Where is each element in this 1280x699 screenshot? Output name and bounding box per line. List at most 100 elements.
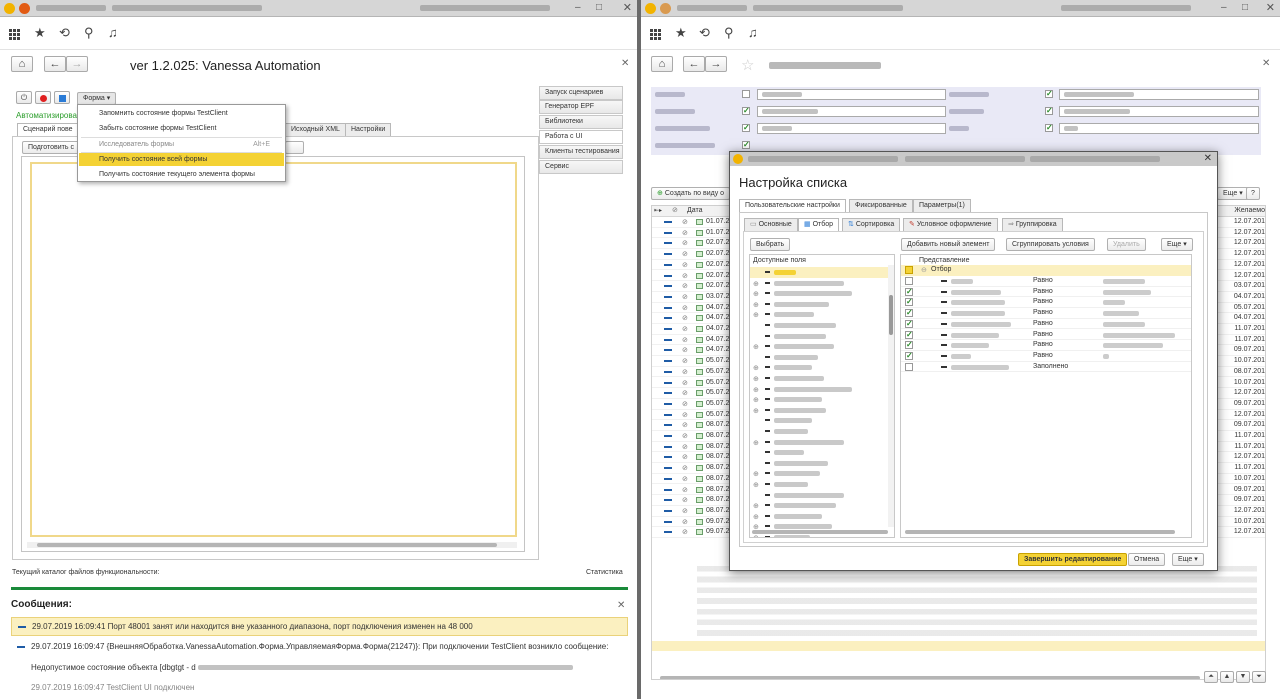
tab-parameters[interactable]: Параметры(1) [913,199,971,212]
h-scrollbar[interactable] [27,542,517,548]
condition-checkbox[interactable]: ✓ [905,341,913,350]
h-scrollbar[interactable] [660,676,1200,679]
scroll-down-icon[interactable]: ▼ [1236,671,1250,683]
dialog-more-button[interactable]: Еще ▾ [1161,238,1193,251]
tree-item[interactable] [750,331,890,342]
maximize-icon[interactable]: □ [1242,2,1248,13]
delete-button[interactable]: Удалить [1107,238,1146,251]
maximize-icon[interactable]: □ [596,2,602,13]
subtab-filter[interactable]: ▦ Отбор [798,218,840,231]
tree-item[interactable]: ⊕ [750,405,890,416]
search-icon[interactable]: ⚲ [724,26,734,40]
comparison-type[interactable]: Равно [1033,331,1053,338]
tree-item[interactable] [750,458,890,469]
v-scrollbar[interactable] [888,265,894,527]
close-form-icon[interactable]: ✕ [1262,58,1270,69]
subtab-grouping[interactable]: ⇒ Группировка [1002,218,1063,231]
expand-icon[interactable]: ⊕ [753,301,759,309]
filter-condition-row[interactable]: ✓ Равно [901,340,1191,351]
available-fields-tree[interactable]: Доступные поля ⊕⊕⊕⊕⊕⊕⊕⊕⊕⊕⊕⊕⊕⊕⊕⊕⊕⊕ [749,254,895,538]
star-icon[interactable]: ★ [675,26,687,40]
filter-checkbox[interactable] [742,90,750,98]
close-messages-icon[interactable]: ✕ [617,600,625,611]
tree-item[interactable] [750,490,890,501]
close-window-icon[interactable]: ✕ [1266,1,1275,14]
close-dialog-icon[interactable]: ✕ [1204,153,1212,164]
expand-icon[interactable]: ⊕ [753,439,759,447]
tab-settings[interactable]: Настройки [345,123,392,136]
comparison-type[interactable]: Равно [1033,288,1053,295]
tree-item[interactable] [750,352,890,363]
minimize-icon[interactable]: – [575,2,581,13]
help-button[interactable]: ? [1246,187,1260,200]
finish-editing-button[interactable]: Завершить редактирование [1018,553,1128,566]
side-service[interactable]: Сервис [539,160,623,174]
filter-checkbox[interactable]: ✓ [742,107,750,115]
expand-icon[interactable]: ⊕ [753,534,759,537]
filter-checkbox[interactable]: ✓ [1045,124,1053,132]
tree-item[interactable]: ⊕ [750,437,890,448]
record-button[interactable] [35,91,51,104]
filter-condition-row[interactable]: ✓ Равно [901,287,1191,298]
tree-item[interactable]: ⊕ [750,468,890,479]
script-editor[interactable] [30,162,517,537]
tree-item[interactable]: ⊕ [750,278,890,289]
menu-item-forget-state[interactable]: Забыть состояние формы TestClient [79,122,284,135]
h-scrollbar[interactable] [752,530,888,534]
filter-grid[interactable]: Представление ⊖ Отбор Равно ✓ Равно ✓ Равно ✓… [900,254,1192,538]
tree-item[interactable] [750,267,890,278]
prepare-extra-button[interactable] [285,141,304,154]
condition-checkbox[interactable]: ✓ [905,287,913,296]
condition-checkbox[interactable]: ✓ [905,309,913,318]
side-epf-generator[interactable]: Генератор EPF [539,100,623,114]
back-icon[interactable]: ← [683,56,705,72]
star-icon[interactable]: ★ [34,26,46,40]
comparison-type[interactable]: Равно [1033,341,1053,348]
filter-select[interactable] [757,106,946,117]
subtab-conditional[interactable]: ✎ Условное оформление [903,218,998,231]
apps-grid-icon[interactable] [650,29,662,41]
add-element-button[interactable]: Добавить новый элемент [901,238,996,251]
comparison-type[interactable]: Равно [1033,352,1053,359]
filter-condition-row[interactable]: Равно [901,276,1191,287]
expand-icon[interactable]: ⊕ [753,364,759,372]
tree-item[interactable]: ⊕ [750,288,890,299]
condition-checkbox[interactable]: ✓ [905,298,913,307]
statistics-link[interactable]: Статистика [586,569,623,576]
tab-scenario[interactable]: Сценарий пове [17,123,79,136]
group-conditions-button[interactable]: Сгруппировать условия [1006,238,1095,251]
home-icon[interactable]: ⌂ [11,56,33,72]
subtab-sort[interactable]: ⇅ Сортировка [842,218,901,231]
back-icon[interactable]: ← [44,56,66,72]
forward-icon[interactable]: → [66,56,88,72]
expand-icon[interactable]: ⊕ [753,375,759,383]
side-work-with-ui[interactable]: Работа с UI [539,130,623,144]
message-row[interactable]: 29.07.2019 16:09:47 {ВнешняяОбработка.Va… [11,640,628,674]
menu-item-form-explorer[interactable]: Исследователь формы Alt+E [79,138,284,151]
filter-checkbox[interactable]: ✓ [742,141,750,149]
tree-item[interactable]: ⊕ [750,500,890,511]
filter-condition-row[interactable]: ✓ Равно [901,308,1191,319]
filter-select[interactable] [1059,123,1259,134]
filter-select[interactable] [1059,89,1259,100]
side-run-scenarios[interactable]: Запуск сценариев [539,86,623,100]
tree-item[interactable]: ⊕ [750,394,890,405]
menu-circle-icon[interactable] [660,3,671,14]
scroll-bottom-icon[interactable]: ⏷ [1252,671,1266,683]
tree-item[interactable]: ⊕ [750,511,890,522]
filter-input[interactable] [757,89,946,100]
search-icon[interactable]: ⚲ [84,26,94,40]
comparison-type[interactable]: Равно [1033,277,1053,284]
tree-item[interactable]: ⊕ [750,299,890,310]
comparison-type[interactable]: Равно [1033,298,1053,305]
apps-grid-icon[interactable] [9,29,21,41]
filter-select[interactable] [1059,106,1259,117]
expand-icon[interactable]: ⊕ [753,343,759,351]
tree-item[interactable]: ⊕ [750,479,890,490]
home-icon[interactable]: ⌂ [651,56,673,72]
favorite-star-icon[interactable]: ☆ [741,56,754,74]
message-row[interactable]: 29.07.2019 16:09:47 TestClient UI подклю… [11,682,628,694]
minimize-icon[interactable]: – [1221,2,1227,13]
bell-icon[interactable]: ♫ [748,26,758,40]
expand-icon[interactable]: ⊕ [753,386,759,394]
